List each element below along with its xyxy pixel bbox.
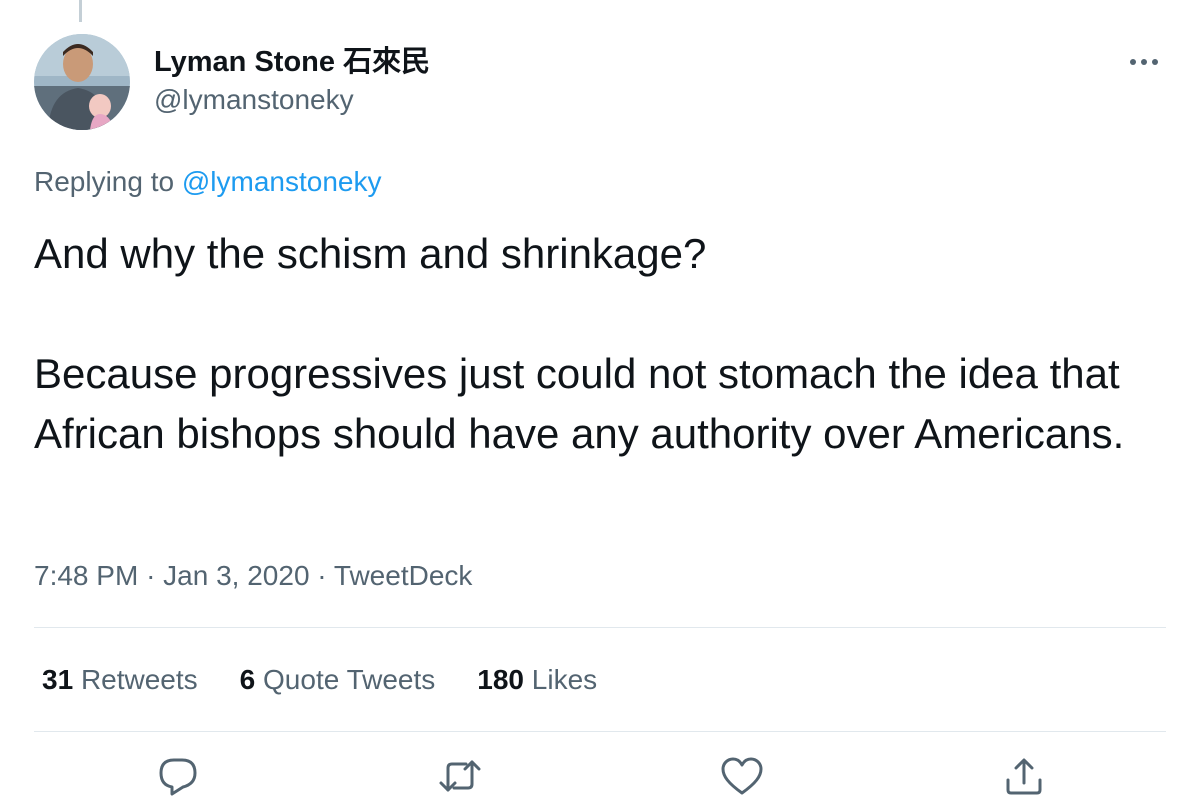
retweets-stat[interactable]: 31 Retweets	[42, 662, 198, 698]
replying-to-line: Replying to @lymanstoneky	[34, 164, 381, 200]
avatar-photo	[34, 34, 130, 130]
thread-connector-line	[79, 0, 82, 22]
like-button[interactable]	[718, 756, 766, 800]
divider	[34, 627, 1166, 628]
share-icon	[1006, 758, 1042, 795]
likes-stat[interactable]: 180 Likes	[477, 662, 597, 698]
author-display-name[interactable]: Lyman Stone 石來民	[154, 44, 430, 80]
more-horizontal-icon	[1130, 59, 1158, 65]
likes-count: 180	[477, 664, 524, 695]
meta-separator: ·	[317, 560, 327, 591]
retweets-count: 31	[42, 664, 74, 695]
divider	[34, 731, 1166, 732]
tweet-metadata: 7:48 PM · Jan 3, 2020 · TweetDeck	[34, 558, 472, 594]
replying-to-mention[interactable]: @lymanstoneky	[182, 166, 382, 197]
tweet-detail: Lyman Stone 石來民 @lymanstoneky Replying t…	[0, 0, 1200, 800]
retweet-button[interactable]	[436, 756, 484, 800]
tweet-time[interactable]: 7:48 PM	[34, 560, 138, 591]
tweet-text: And why the schism and shrinkage? Becaus…	[34, 224, 1154, 464]
retweet-icon	[439, 760, 481, 792]
quote-tweets-count: 6	[239, 664, 256, 695]
tweet-paragraph: And why the schism and shrinkage?	[34, 230, 707, 277]
share-button[interactable]	[1000, 756, 1048, 800]
engagement-stats: 31 Retweets 6 Quote Tweets 180 Likes	[42, 662, 639, 698]
more-options-button[interactable]	[1124, 44, 1164, 80]
avatar[interactable]	[34, 34, 130, 130]
meta-separator: ·	[146, 560, 156, 591]
reply-button[interactable]	[154, 756, 202, 800]
replying-to-label: Replying to	[34, 166, 175, 197]
tweet-paragraph: Because progressives just could not stom…	[34, 350, 1125, 457]
quote-tweets-stat[interactable]: 6 Quote Tweets	[240, 662, 436, 698]
tweet-date[interactable]: Jan 3, 2020	[163, 560, 309, 591]
heart-icon	[721, 757, 763, 795]
likes-label: Likes	[531, 664, 598, 695]
quote-tweets-label: Quote Tweets	[263, 664, 436, 695]
reply-icon	[159, 758, 197, 796]
retweets-label: Retweets	[80, 664, 198, 695]
author-handle[interactable]: @lymanstoneky	[154, 82, 354, 118]
tweet-source[interactable]: TweetDeck	[334, 560, 473, 591]
